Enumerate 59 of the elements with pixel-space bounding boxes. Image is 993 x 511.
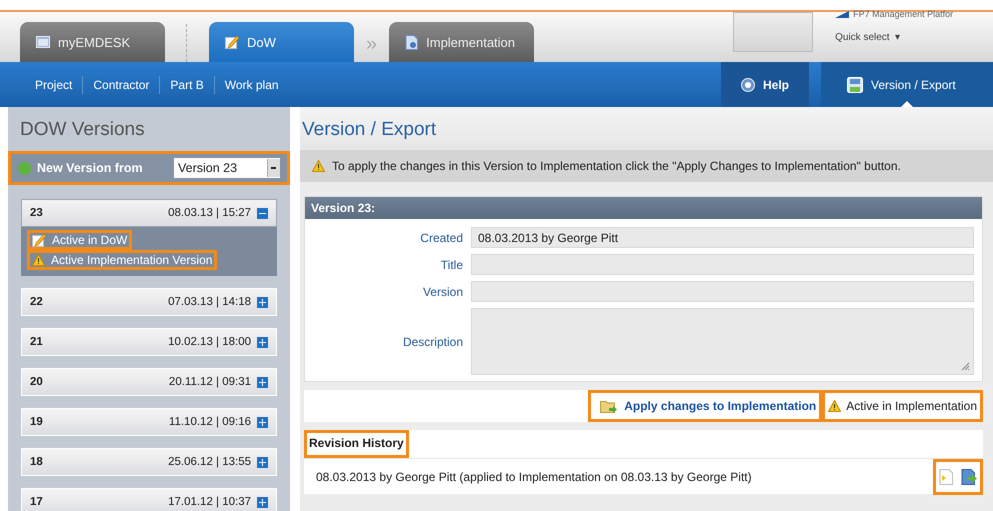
version-item[interactable]: 18 25.06.12 | 13:55 (21, 448, 277, 476)
apply-button[interactable]: Apply changes to Implementation (588, 390, 822, 422)
logo-icon (835, 10, 850, 18)
nav-link[interactable]: Project (35, 78, 82, 92)
section-heading: Revision History (304, 430, 409, 458)
version-item[interactable]: 23 08.03.13 | 15:27 (21, 199, 277, 227)
version-item[interactable]: 17 17.01.12 | 10:37 (21, 488, 277, 511)
page-title: Version / Export (300, 107, 993, 150)
version-item[interactable]: 22 07.03.13 | 14:18 (21, 288, 277, 316)
revision-entry: 08.03.2013 by George Pitt (applied to Implementation on 08.03.13 by George Pitt) (316, 470, 753, 484)
status-label: Active in DoW (27, 230, 132, 250)
folder-icon (600, 398, 618, 414)
quick-select-dropdown[interactable]: Quick select ▾ (835, 31, 954, 43)
warning-icon (32, 254, 45, 266)
export-icon[interactable] (961, 469, 977, 485)
nav-link[interactable]: Part B (170, 78, 214, 92)
help-icon (740, 78, 755, 92)
expand-icon[interactable] (257, 336, 268, 348)
sidebar-title: DOW Versions (19, 118, 146, 142)
input-field[interactable] (471, 281, 974, 302)
save-icon (847, 76, 863, 92)
expand-icon[interactable] (257, 296, 268, 308)
version-item[interactable]: 21 10.02.13 | 18:00 (21, 328, 277, 356)
help-button[interactable]: Help (720, 62, 809, 107)
panel-header: Version 23: (305, 197, 982, 219)
version-item[interactable]: 19 11.10.12 | 09:16 (21, 408, 277, 436)
chevron-icon: » (366, 34, 378, 54)
platform-name: FP7 Management Platfor (853, 9, 954, 19)
expand-icon[interactable] (257, 376, 268, 388)
description-field[interactable] (471, 308, 974, 375)
nav-link[interactable]: Contractor (93, 78, 160, 92)
window-icon (36, 36, 50, 48)
tab[interactable]: Implementation (389, 22, 534, 62)
pencil-note-icon (32, 233, 46, 247)
input-field[interactable]: 08.03.2013 by George Pitt (471, 227, 974, 248)
status-label: Active Implementation Version (27, 250, 218, 270)
resize-grip-icon (961, 362, 970, 371)
new-version-label: New Version from (37, 161, 143, 175)
pencil-note-icon (225, 35, 239, 49)
nav-tab[interactable]: Version / Export (821, 62, 993, 107)
document-icon (405, 34, 418, 50)
field-label: Version (422, 284, 463, 298)
notice-text: To apply the changes in this Version to Implementation click the "Apply Changes to Implementation" button. (332, 159, 901, 173)
field-label: Description (402, 334, 463, 348)
version-dropdown[interactable]: Version 23 (174, 158, 280, 178)
tab[interactable]: DoW (209, 22, 354, 62)
field-label: Title (440, 258, 463, 272)
expand-icon[interactable] (257, 456, 268, 468)
input-field[interactable] (471, 254, 974, 275)
field-label: Created (419, 230, 463, 244)
expand-icon[interactable] (257, 496, 268, 508)
collapse-icon[interactable] (257, 208, 268, 218)
version-item[interactable]: 20 20.11.12 | 09:31 (21, 368, 277, 396)
expand-icon[interactable] (257, 416, 268, 428)
nav-link[interactable]: Work plan (224, 78, 289, 92)
warning-icon (828, 400, 842, 412)
status-label: Active in Implementation (822, 390, 983, 422)
tab[interactable]: myEMDESK (20, 22, 165, 62)
warning-icon (312, 160, 325, 172)
